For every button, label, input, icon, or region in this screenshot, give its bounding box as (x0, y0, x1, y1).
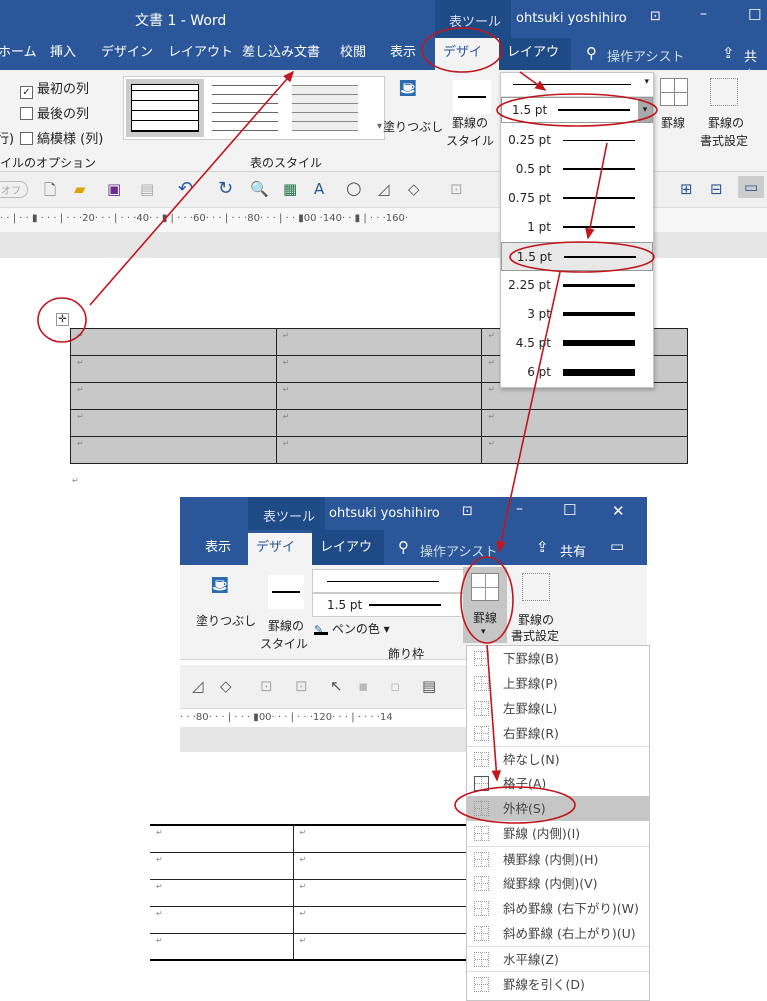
arrow (585, 142, 608, 240)
highlight-outside-borders (454, 786, 576, 824)
arrow (496, 271, 561, 553)
highlight-design-tab (421, 27, 503, 73)
arrow (519, 71, 547, 91)
arrow (89, 70, 295, 306)
annotation-overlay (37, 27, 658, 824)
highlight-move-handle (37, 297, 87, 343)
highlight-weight-item (509, 241, 655, 273)
highlight-weight-select (496, 93, 658, 127)
highlight-borders-button (460, 556, 514, 644)
arrow (486, 644, 502, 782)
